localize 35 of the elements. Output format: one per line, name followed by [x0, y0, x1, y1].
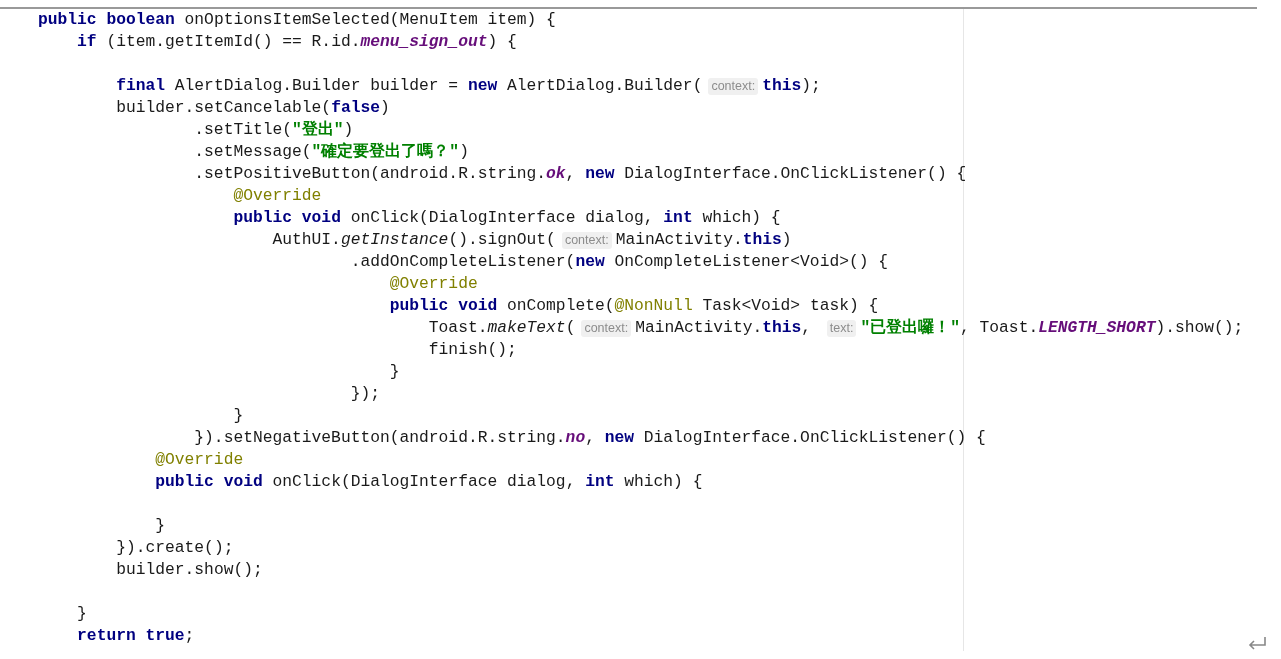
parameter-hint: context: [561, 231, 612, 249]
code-text: }); [350, 383, 380, 405]
parameter-hint: context: [708, 77, 759, 95]
code-text: MainActivity.this) [615, 229, 792, 251]
code-text: "已登出囉！", Toast.LENGTH_SHORT).show(); [860, 317, 1244, 339]
code-text: .setPositiveButton(android.R.string.ok, new DialogInterface.OnClickListener() { [194, 163, 967, 185]
code-text: public void onClick(DialogInterface dialog, int which) { [155, 471, 703, 493]
code-text: public void onComplete(@NonNull Task<Void> task) { [389, 295, 879, 317]
code-text: } [233, 405, 244, 427]
code-text: finish(); [428, 339, 517, 361]
code-text: .setMessage("確定要登出了嗎？") [194, 141, 469, 163]
code-text: MainActivity.this, [635, 317, 813, 339]
code-text: AuthUI.getInstance().signOut( [272, 229, 556, 251]
code-text: public void onClick(DialogInterface dialog, int which) { [233, 207, 781, 229]
code-text: public boolean onOptionsItemSelected(MenuItem item) { [38, 9, 556, 31]
parameter-hint: text: [826, 319, 857, 337]
code-text: builder.setCancelable(false) [116, 97, 390, 119]
code-text: return true; [77, 625, 195, 647]
code-text: @Override [389, 273, 478, 295]
enter-arrow-icon [1247, 635, 1267, 651]
code-text: builder.show(); [116, 559, 263, 581]
code-text: }).create(); [116, 537, 234, 559]
code-text: final AlertDialog.Builder builder = new AlertDialog.Builder( [116, 75, 703, 97]
code-text: }).setNegativeButton(android.R.string.no, new DialogInterface.OnClickListener() { [194, 427, 986, 449]
code-text: @Override [155, 449, 244, 471]
code-text: if (item.getItemId() == R.id.menu_sign_out) { [77, 31, 517, 53]
code-text: } [77, 603, 87, 625]
parameter-hint: context: [581, 319, 632, 337]
code-text: Toast.makeText( [428, 317, 576, 339]
code-text: .addOnCompleteListener(new OnCompleteListener<Void>() { [350, 251, 889, 273]
code-text: this); [762, 75, 821, 97]
code-text: .setTitle("登出") [194, 119, 354, 141]
code-text: } [389, 361, 400, 383]
code-text: } [155, 515, 166, 537]
code-text: @Override [233, 185, 322, 207]
